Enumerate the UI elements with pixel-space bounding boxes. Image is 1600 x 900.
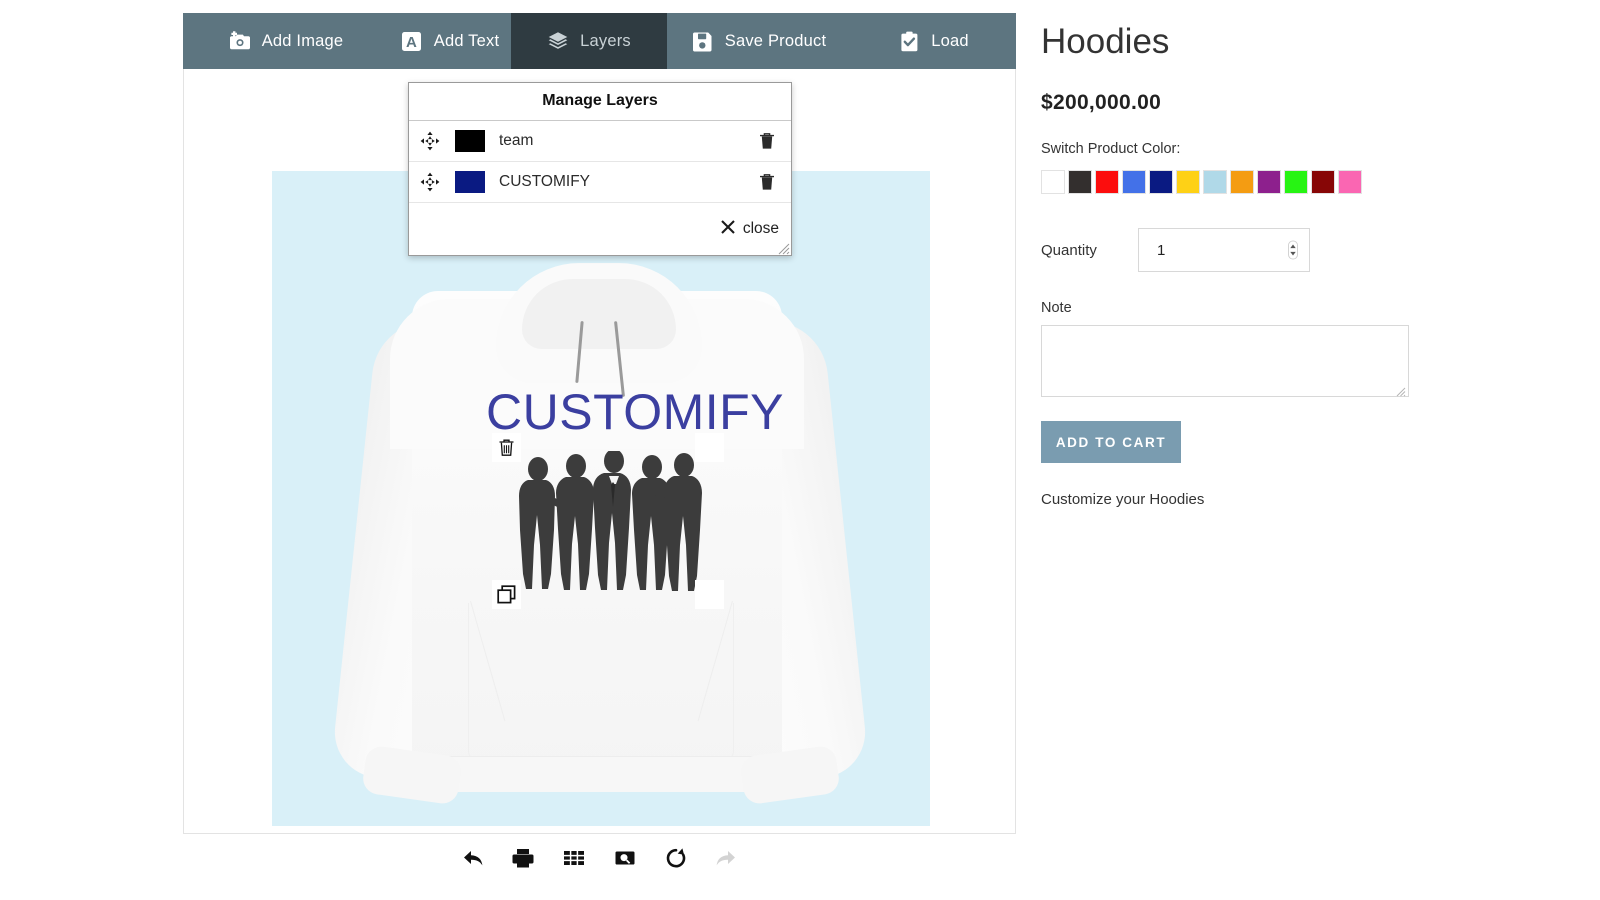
color-swatch-black[interactable] [1068,170,1092,195]
tab-save-product[interactable]: Save Product [667,13,851,69]
layers-stack-icon [547,30,569,52]
layer-row-team[interactable]: team [409,121,791,162]
tab-add-image-label: Add Image [261,31,344,50]
canvas-action-toolbar [183,832,1016,884]
printer-icon[interactable] [507,842,539,874]
quantity-value[interactable]: 1 [1157,242,1287,259]
quantity-stepper[interactable]: 1 [1138,228,1310,273]
manage-layers-footer: close [409,203,791,255]
tab-save-product-label: Save Product [724,31,827,50]
note-label: Note [1041,300,1072,317]
move-arrows-icon[interactable] [419,171,441,193]
tab-add-text[interactable]: A Add Text [389,13,511,69]
manage-layers-panel[interactable]: Manage Layers team CUSTOMIFY close [408,82,792,256]
tab-layers[interactable]: Layers [511,13,667,69]
layer-color-swatch [455,171,485,193]
design-toolbar: Add Image A Add Text Layers Save Product… [183,13,1016,69]
tab-layers-label: Layers [580,31,631,50]
trash-icon [499,439,514,456]
clipboard-check-icon [898,30,920,52]
layer-color-swatch [455,130,485,152]
color-swatch-royal-blue[interactable] [1122,170,1146,195]
tab-load[interactable]: Load [851,13,1016,69]
layer-name: CUSTOMIFY [499,173,590,190]
duplicate-icon [497,585,516,604]
quantity-label: Quantity [1041,241,1097,259]
color-swatch-red[interactable] [1095,170,1119,195]
add-to-cart-button[interactable]: ADD TO CART [1041,421,1181,464]
trash-icon[interactable] [757,130,777,152]
tab-add-text-label: Add Text [433,31,500,50]
selection-resize-handle-br[interactable] [695,580,724,609]
designer-page: Add Image A Add Text Layers Save Product… [0,0,1600,900]
color-swatch-yellow[interactable] [1176,170,1200,195]
redo-arrow-icon [711,842,743,874]
layer-row-customify[interactable]: CUSTOMIFY [409,162,791,203]
close-layers-label: close [742,220,779,237]
close-layers-button[interactable]: close [720,219,779,240]
letter-a-icon: A [401,30,423,52]
product-price: $200,000.00 [1041,91,1162,115]
customize-description: Customize your Hoodies [1041,491,1205,509]
svg-text:A: A [406,34,417,51]
camera-plus-icon [229,30,251,52]
product-color-swatches [1041,170,1461,195]
page-title: Hoodies [1041,22,1170,61]
quantity-row: Quantity 1 [1041,228,1461,273]
move-arrows-icon[interactable] [419,130,441,152]
grid-icon[interactable] [558,842,590,874]
tab-add-image[interactable]: Add Image [183,13,389,69]
selection-resize-handle-tr[interactable] [695,433,724,462]
zoom-preview-icon[interactable] [609,842,641,874]
close-x-icon [720,219,736,240]
color-swatch-light-blue[interactable] [1203,170,1227,195]
color-swatch-green[interactable] [1284,170,1308,195]
tab-load-label: Load [931,31,969,50]
add-to-cart-label: ADD TO CART [1055,434,1167,450]
selection-delete-handle[interactable] [492,433,521,462]
quantity-spinner-icon[interactable] [1287,240,1299,260]
layer-name: team [499,132,534,149]
layer-selection-box[interactable] [492,433,724,609]
switch-product-color-label: Switch Product Color: [1041,141,1181,158]
refresh-icon[interactable] [660,842,692,874]
panel-resize-handle[interactable] [778,242,790,255]
design-layer-text[interactable]: CUSTOMIFY [486,383,784,441]
floppy-disk-icon [692,30,714,52]
color-swatch-purple[interactable] [1257,170,1281,195]
color-swatch-pink[interactable] [1338,170,1362,195]
trash-icon[interactable] [757,171,777,193]
manage-layers-title: Manage Layers [409,83,791,121]
color-swatch-navy[interactable] [1149,170,1173,195]
product-details-panel: Hoodies $200,000.00 Switch Product Color… [1041,22,1461,508]
color-swatch-white[interactable] [1041,170,1065,195]
color-swatch-orange[interactable] [1230,170,1254,195]
canvas-stage[interactable]: CUSTOMIFY [272,171,930,826]
note-input[interactable] [1041,325,1409,398]
selection-duplicate-handle[interactable] [492,580,521,609]
textarea-resize-handle[interactable] [1396,384,1406,397]
undo-arrow-icon[interactable] [456,842,488,874]
color-swatch-maroon[interactable] [1311,170,1335,195]
